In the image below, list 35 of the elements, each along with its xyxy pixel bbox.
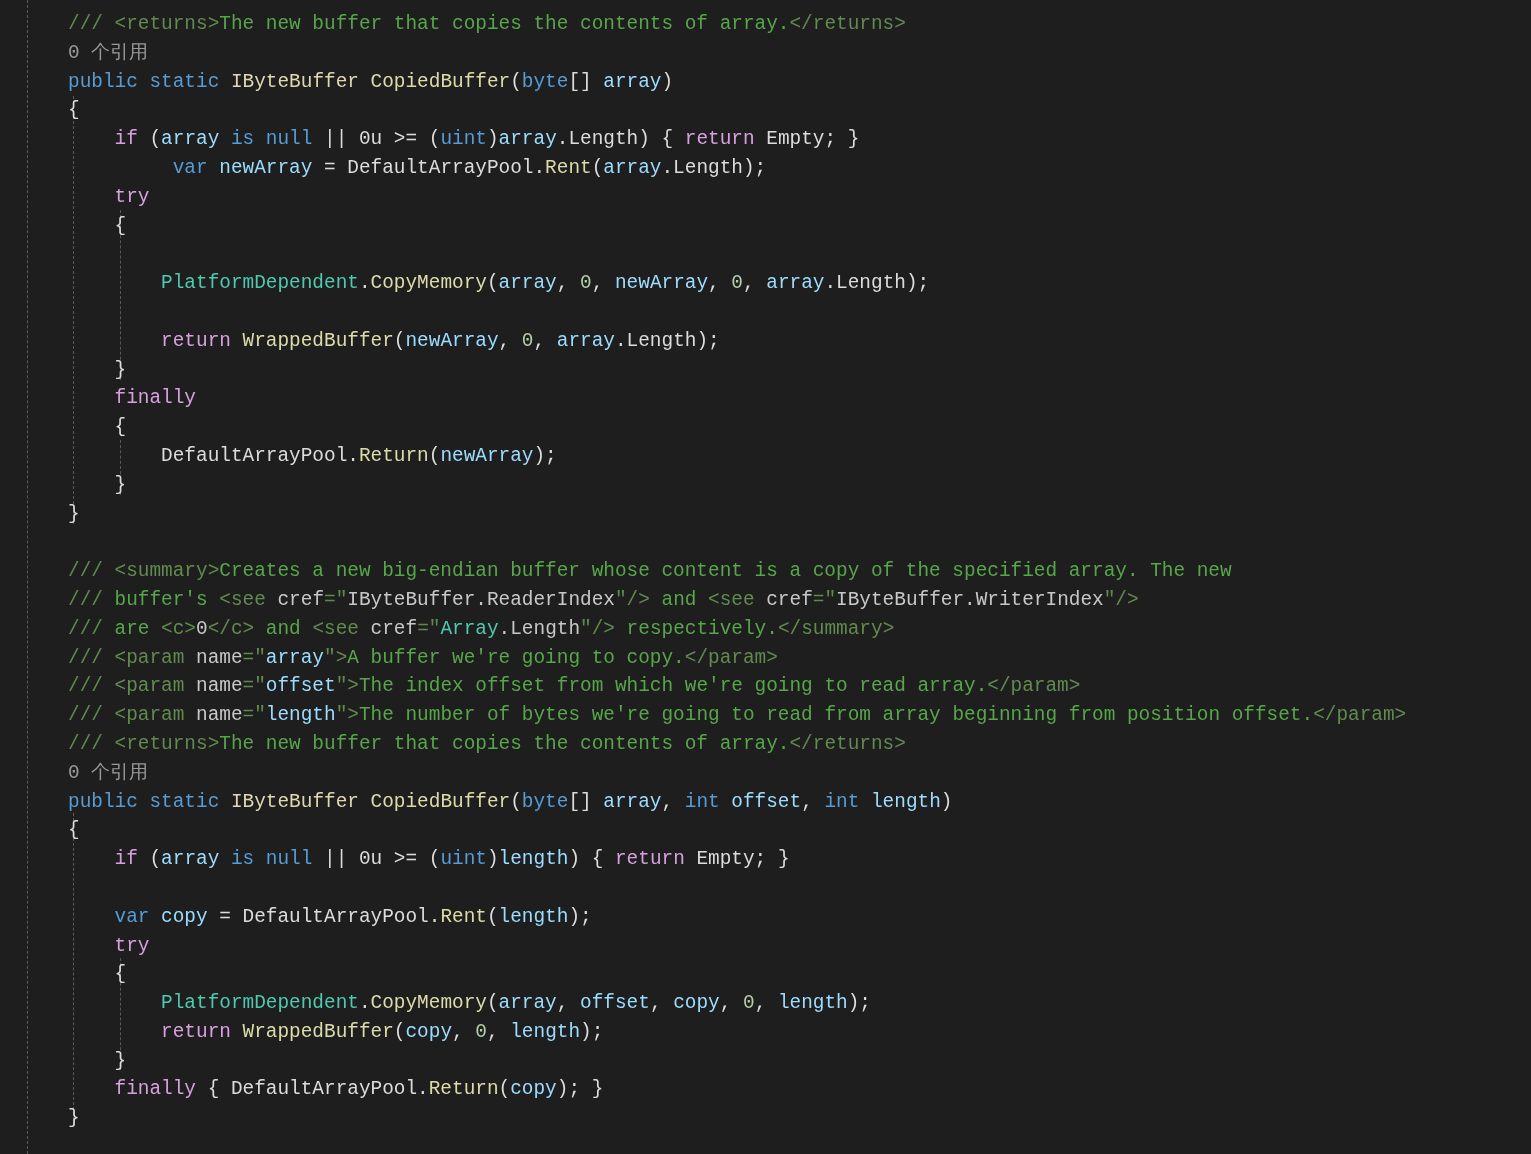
code-line: } — [68, 501, 81, 527]
code-line: { — [113, 213, 128, 239]
code-line: /// <returns>The new buffer that copies the contents of array.</returns> — [68, 12, 907, 37]
code-line: public static IByteBuffer CopiedBuffer(byte[] array) — [68, 69, 675, 95]
code-line: /// <param name="offset">The index offset from which we're going to read array.</param> — [68, 674, 1082, 700]
code-line: var newArray = DefaultArrayPool.Rent(array.Length); — [171, 156, 768, 181]
code-line: /// <returns>The new buffer that copies the contents of array.</returns> — [68, 731, 907, 757]
code-line: PlatformDependent.CopyMemory(array, offset, copy, 0, length); — [160, 991, 872, 1017]
code-line: if (array is null || 0u >= (uint)length) { return Empty; } — [113, 847, 791, 873]
code-line: var copy = DefaultArrayPool.Rent(length); — [113, 904, 593, 930]
code-line: /// <param name="array">A buffer we're going to copy.</param> — [68, 645, 779, 671]
code-line: return WrappedBuffer(copy, 0, length); — [160, 1019, 605, 1045]
code-line: if (array is null || 0u >= (uint)array.Length) { return Empty; } — [113, 127, 861, 153]
code-line: } — [113, 1048, 128, 1074]
code-line: { — [68, 818, 81, 844]
reference-count[interactable]: 0 个引用 — [68, 758, 149, 788]
code-line: PlatformDependent.CopyMemory(array, 0, newArray, 0, array.Length); — [160, 271, 931, 297]
code-line: /// <summary>Creates a new big-endian buffer whose content is a copy of the specified array. The new — [68, 559, 1233, 585]
code-line: /// are <c>0</c> and <see cref="Array.Length"/> respectively.</summary> — [68, 616, 896, 642]
code-line: public static IByteBuffer CopiedBuffer(byte[] array, int offset, int length) — [68, 789, 954, 815]
reference-count[interactable]: 0 个引用 — [68, 38, 149, 68]
code-line: try — [113, 933, 151, 959]
code-line: try — [113, 184, 151, 210]
code-line: { — [113, 415, 128, 441]
code-line: /// <param name="length">The number of bytes we're going to read from array beginning from position offset.</param> — [68, 703, 1407, 729]
code-line: } — [68, 1106, 81, 1132]
code-line: } — [113, 357, 128, 383]
code-line: DefaultArrayPool.Return(newArray); — [160, 443, 558, 469]
code-line: return WrappedBuffer(newArray, 0, array.Length); — [160, 328, 721, 354]
code-line: finally { DefaultArrayPool.Return(copy); } — [113, 1077, 605, 1103]
code-line: { — [113, 962, 128, 988]
code-line: /// buffer's <see cref="IByteBuffer.ReaderIndex"/> and <see cref="IByteBuffer.WriterIndex"/> — [68, 587, 1140, 613]
code-line: finally — [113, 386, 197, 412]
code-line: } — [113, 472, 128, 498]
code-line: { — [68, 98, 81, 124]
